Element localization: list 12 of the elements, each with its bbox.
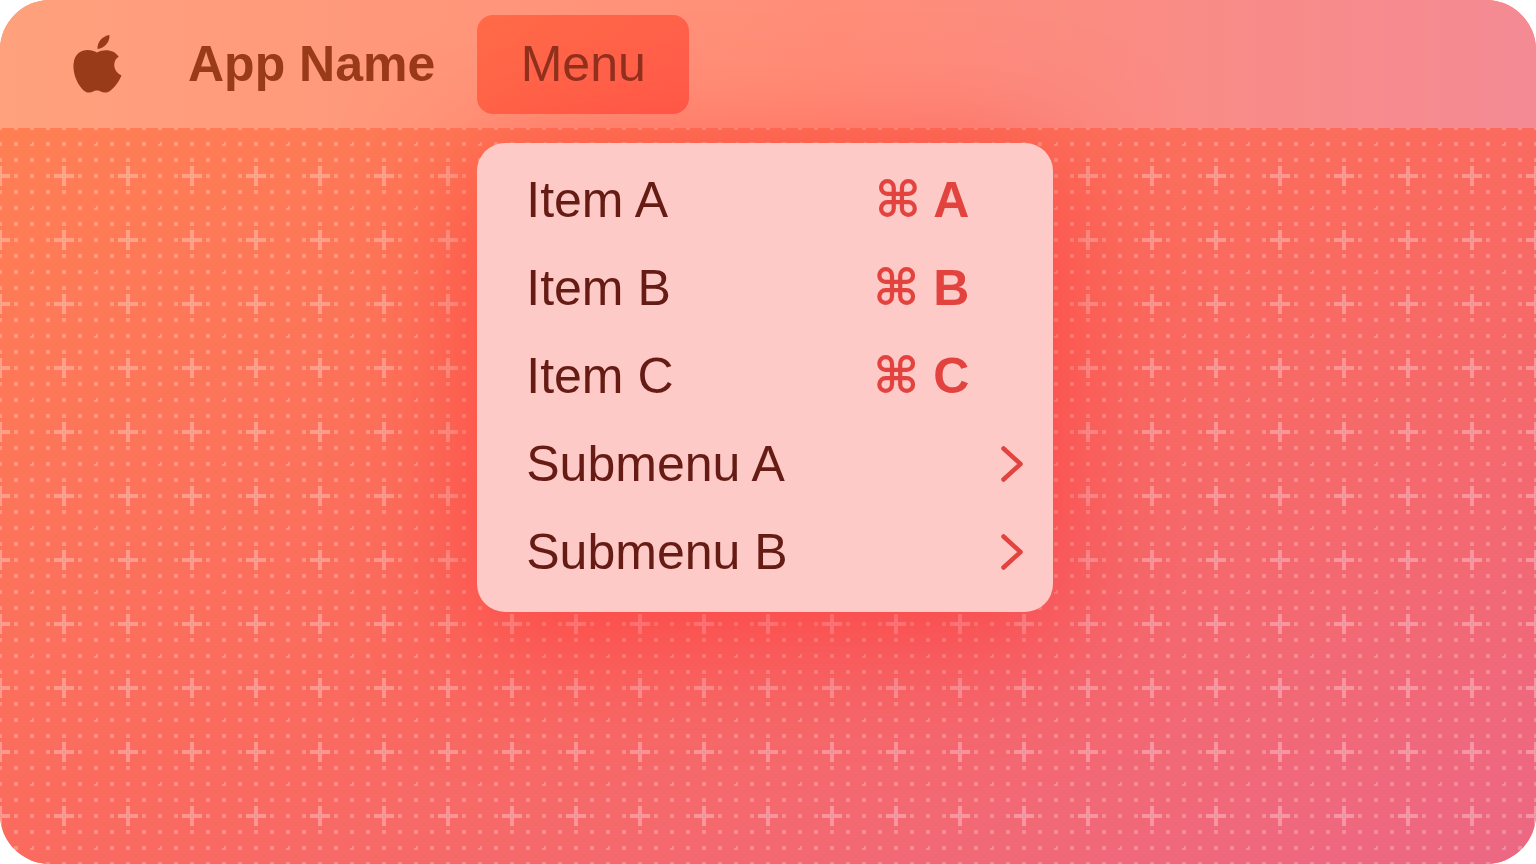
- chevron-right-icon: [1001, 533, 1024, 570]
- menu-item[interactable]: Item A ⌘ A: [477, 155, 1054, 244]
- apple-icon[interactable]: [73, 35, 122, 93]
- keyboard-shortcut: ⌘ C: [872, 350, 970, 401]
- menu-item[interactable]: Item C ⌘ C: [477, 331, 1054, 420]
- keyboard-shortcut: ⌘ A: [874, 174, 970, 225]
- menu-item[interactable]: Submenu A: [477, 419, 1054, 508]
- keyboard-shortcut: ⌘ B: [872, 262, 970, 313]
- menu-item[interactable]: Submenu B: [477, 507, 1054, 596]
- chevron-right-icon: [1001, 445, 1024, 482]
- app-name: App Name: [188, 39, 436, 89]
- menu-item[interactable]: Item B ⌘ B: [477, 243, 1054, 332]
